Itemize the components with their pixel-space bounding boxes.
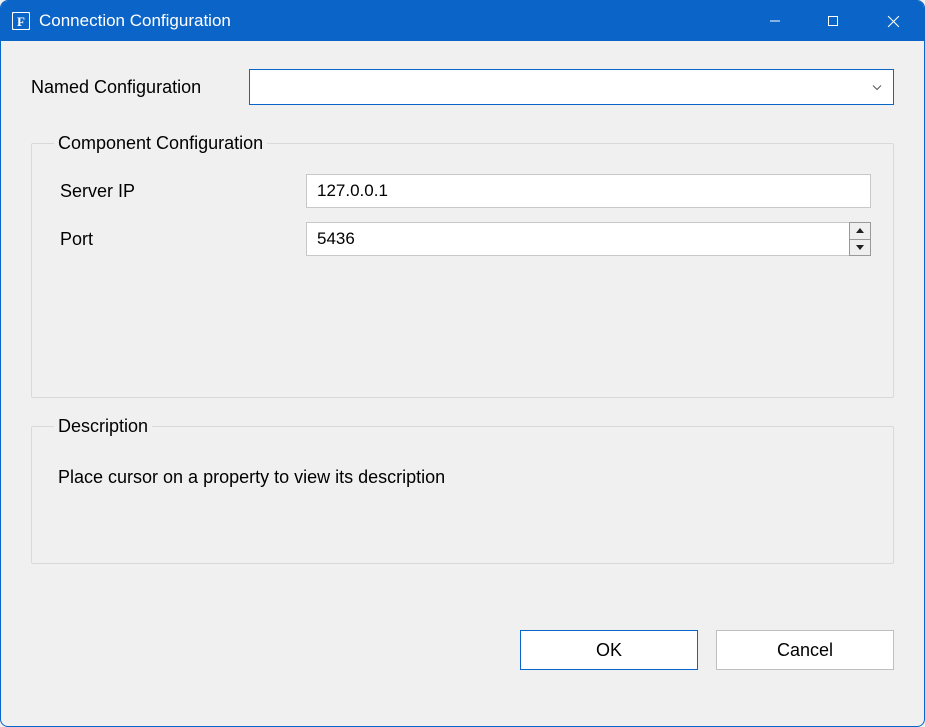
port-input[interactable] bbox=[306, 222, 849, 256]
close-button[interactable] bbox=[862, 1, 924, 41]
dialog-window: F Connection Configuration Named Configu… bbox=[0, 0, 925, 727]
port-row: Port bbox=[54, 222, 871, 256]
server-ip-input[interactable] bbox=[306, 174, 871, 208]
port-spinner bbox=[306, 222, 871, 256]
minimize-button[interactable] bbox=[746, 1, 804, 41]
maximize-button[interactable] bbox=[804, 1, 862, 41]
app-icon: F bbox=[11, 11, 31, 31]
port-spin-down-button[interactable] bbox=[850, 240, 870, 256]
server-ip-label: Server IP bbox=[54, 181, 306, 202]
description-legend: Description bbox=[54, 416, 152, 437]
dialog-footer: OK Cancel bbox=[31, 582, 894, 670]
named-configuration-select[interactable] bbox=[249, 69, 894, 105]
port-label: Port bbox=[54, 229, 306, 250]
chevron-down-icon bbox=[871, 79, 883, 96]
svg-text:F: F bbox=[17, 14, 25, 29]
named-configuration-label: Named Configuration bbox=[31, 77, 249, 98]
server-ip-row: Server IP bbox=[54, 174, 871, 208]
ok-button[interactable]: OK bbox=[520, 630, 698, 670]
port-spinner-buttons bbox=[849, 222, 871, 256]
description-text: Place cursor on a property to view its d… bbox=[54, 457, 871, 488]
window-controls bbox=[746, 1, 924, 41]
titlebar[interactable]: F Connection Configuration bbox=[1, 1, 924, 41]
description-group: Description Place cursor on a property t… bbox=[31, 416, 894, 564]
window-title: Connection Configuration bbox=[39, 11, 746, 31]
component-configuration-legend: Component Configuration bbox=[54, 133, 267, 154]
named-configuration-row: Named Configuration bbox=[31, 69, 894, 105]
port-spin-up-button[interactable] bbox=[850, 223, 870, 240]
cancel-button[interactable]: Cancel bbox=[716, 630, 894, 670]
dialog-content: Named Configuration Component Configurat… bbox=[1, 41, 924, 726]
component-configuration-group: Component Configuration Server IP Port bbox=[31, 133, 894, 398]
